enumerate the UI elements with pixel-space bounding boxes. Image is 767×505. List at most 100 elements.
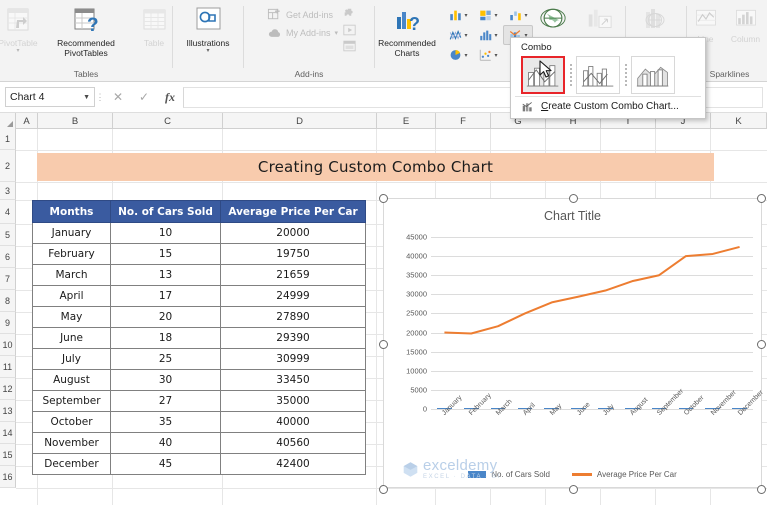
cell-price[interactable]: 21659	[220, 264, 366, 286]
chart-title[interactable]: Chart Title	[384, 209, 761, 223]
table-header-months[interactable]: Months	[32, 200, 111, 223]
table-row[interactable]: February 15 19750	[32, 243, 366, 265]
chevron-down-icon[interactable]: ▾	[494, 12, 497, 19]
row-header-5[interactable]: 5	[0, 224, 16, 246]
table-row[interactable]: December 45 42400	[32, 453, 366, 475]
cell-month[interactable]: November	[32, 432, 111, 454]
row-header-8[interactable]: 8	[0, 290, 16, 312]
cell-cars[interactable]: 27	[110, 390, 221, 412]
get-addins-button[interactable]: Get Add-ins	[267, 7, 338, 22]
cell-price[interactable]: 20000	[220, 222, 366, 244]
statistic-chart-button[interactable]: ▾	[443, 25, 473, 45]
combo-chart-dropdown[interactable]: Combo Create Custom Combo Chart...	[510, 37, 706, 119]
chevron-down-icon[interactable]: ▾	[206, 48, 209, 54]
chart-handle-bottom-right[interactable]	[757, 485, 766, 494]
chart-handle-top-left[interactable]	[379, 194, 388, 203]
cell-cars[interactable]: 25	[110, 348, 221, 370]
sheet-title-banner[interactable]: Creating Custom Combo Chart	[37, 153, 714, 181]
column-header-E[interactable]: E	[377, 113, 436, 129]
row-header-15[interactable]: 15	[0, 444, 16, 466]
table-row[interactable]: November 40 40560	[32, 432, 366, 454]
column-bar-chart-button[interactable]: ▾	[443, 5, 473, 25]
cell-cars[interactable]: 40	[110, 432, 221, 454]
cell-cars[interactable]: 15	[110, 243, 221, 265]
chart-handle-middle-right[interactable]	[757, 340, 766, 349]
cell-month[interactable]: July	[32, 348, 111, 370]
row-header-1[interactable]: 1	[0, 129, 16, 150]
confirm-entry-button[interactable]: ✓	[131, 87, 157, 108]
my-addins-button[interactable]: My Add-ins ▾	[267, 25, 338, 40]
addin-play-icon[interactable]	[342, 23, 357, 37]
row-header-2[interactable]: 2	[0, 150, 16, 182]
chevron-down-icon[interactable]: ▾	[464, 12, 467, 19]
cell-month[interactable]: May	[32, 306, 111, 328]
column-header-A[interactable]: A	[16, 113, 38, 129]
table-row[interactable]: May 20 27890	[32, 306, 366, 328]
chart-line-series[interactable]	[431, 237, 753, 409]
column-chart-button[interactable]: ▾	[473, 25, 503, 45]
row-header-6[interactable]: 6	[0, 246, 16, 268]
table-row[interactable]: August 30 33450	[32, 369, 366, 391]
stacked-area-clustered-column-thumb[interactable]	[631, 56, 675, 94]
cell-price[interactable]: 19750	[220, 243, 366, 265]
chart-handle-top-center[interactable]	[569, 194, 578, 203]
illustrations-button[interactable]: Illustrations ▾	[177, 3, 239, 54]
chart-handle-bottom-center[interactable]	[569, 485, 578, 494]
column-header-C[interactable]: C	[113, 113, 223, 129]
cell-price[interactable]: 24999	[220, 285, 366, 307]
select-all-button[interactable]	[0, 113, 16, 129]
chevron-down-icon[interactable]: ▾	[16, 48, 19, 54]
table-row[interactable]: March 13 21659	[32, 264, 366, 286]
clustered-column-line-secondary-axis-thumb[interactable]	[576, 56, 620, 94]
cell-month[interactable]: October	[32, 411, 111, 433]
row-header-14[interactable]: 14	[0, 422, 16, 444]
row-header-9[interactable]: 9	[0, 312, 16, 334]
cell-month[interactable]: September	[32, 390, 111, 412]
cell-price[interactable]: 30999	[220, 348, 366, 370]
table-header-cars[interactable]: No. of Cars Sold	[110, 200, 221, 223]
cell-price[interactable]: 42400	[220, 453, 366, 475]
row-header-7[interactable]: 7	[0, 268, 16, 290]
recommended-charts-button[interactable]: ? Recommended Charts	[371, 3, 443, 58]
sparkline-column-button[interactable]: Column	[724, 3, 767, 44]
table-row[interactable]: April 17 24999	[32, 285, 366, 307]
column-header-K[interactable]: K	[711, 113, 767, 129]
recommended-pivottables-button[interactable]: ? Recommended PivotTables	[49, 3, 123, 58]
row-header-4[interactable]: 4	[0, 200, 16, 224]
hierarchy-chart-button[interactable]: ▾	[473, 5, 503, 25]
name-box[interactable]: Chart 4 ▼	[5, 87, 95, 107]
cell-price[interactable]: 40560	[220, 432, 366, 454]
table-row[interactable]: January 10 20000	[32, 222, 366, 244]
row-header-16[interactable]: 16	[0, 466, 16, 488]
row-header-12[interactable]: 12	[0, 378, 16, 400]
cell-cars[interactable]: 30	[110, 369, 221, 391]
table-row[interactable]: July 25 30999	[32, 348, 366, 370]
chart-handle-top-right[interactable]	[757, 194, 766, 203]
chart-handle-bottom-left[interactable]	[379, 485, 388, 494]
chevron-down-icon[interactable]: ▾	[494, 52, 497, 59]
create-custom-combo-chart-item[interactable]: Create Custom Combo Chart...	[511, 97, 705, 113]
pie-doughnut-chart-button[interactable]: ▾	[443, 45, 473, 65]
addin-puzzle-icon[interactable]	[342, 7, 357, 21]
cell-month[interactable]: December	[32, 453, 111, 475]
cell-month[interactable]: February	[32, 243, 111, 265]
cancel-entry-button[interactable]: ✕	[105, 87, 131, 108]
chevron-down-icon[interactable]: ▼	[83, 94, 90, 101]
table-header-price[interactable]: Average Price Per Car	[220, 200, 366, 223]
cell-price[interactable]: 27890	[220, 306, 366, 328]
column-header-D[interactable]: D	[223, 113, 377, 129]
cell-cars[interactable]: 10	[110, 222, 221, 244]
chart-plot-area[interactable]: 45000 40000 35000 30000 25000 20000 1500…	[406, 233, 764, 417]
chart-handle-middle-left[interactable]	[379, 340, 388, 349]
table-row[interactable]: June 18 29390	[32, 327, 366, 349]
cell-cars[interactable]: 35	[110, 411, 221, 433]
cell-cars[interactable]: 13	[110, 264, 221, 286]
row-header-13[interactable]: 13	[0, 400, 16, 422]
cell-month[interactable]: March	[32, 264, 111, 286]
row-header-10[interactable]: 10	[0, 334, 16, 356]
cell-cars[interactable]: 18	[110, 327, 221, 349]
chart-object[interactable]: Chart Title 45000 40000 35000 30000 2500…	[379, 194, 766, 494]
column-header-B[interactable]: B	[38, 113, 113, 129]
cell-cars[interactable]: 45	[110, 453, 221, 475]
cell-price[interactable]: 29390	[220, 327, 366, 349]
